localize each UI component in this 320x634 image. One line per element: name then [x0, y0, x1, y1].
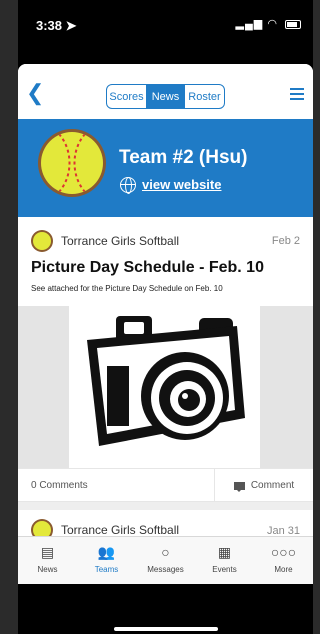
- softball-icon: [41, 132, 103, 194]
- globe-icon: [120, 176, 136, 194]
- chevron-left-icon[interactable]: ❮: [26, 82, 44, 104]
- tab-messages[interactable]: ○ Messages: [136, 537, 195, 584]
- news-icon: ▤: [40, 543, 55, 560]
- tab-label: Messages: [147, 565, 184, 574]
- tab-news-bottom[interactable]: ▤ News: [18, 537, 77, 584]
- comment-button[interactable]: Comment: [214, 469, 313, 502]
- team-banner: Team #2 (Hsu) view website: [18, 119, 313, 217]
- tab-roster[interactable]: Roster: [185, 85, 224, 108]
- teams-icon: 👥: [97, 543, 116, 560]
- top-navigation-bar: ❮ Scores News Roster: [18, 64, 313, 119]
- team-logo: [38, 129, 106, 197]
- camera-illustration: [69, 306, 260, 468]
- tab-news[interactable]: News: [146, 85, 185, 108]
- tab-label: Events: [212, 565, 237, 574]
- team-name: Team #2 (Hsu): [119, 147, 248, 168]
- post-separator: [18, 502, 313, 510]
- post-author: Torrance Girls Softball: [61, 523, 180, 537]
- hamburger-menu-icon[interactable]: [290, 88, 304, 103]
- bottom-tab-bar: ▤ News 👥 Teams ○ Messages ▦ Events ○○○ More: [18, 536, 313, 584]
- post-description: See attached for the Picture Day Schedul…: [31, 284, 223, 293]
- status-time: 3:38 ➤: [36, 18, 77, 33]
- post-date: Feb 2: [271, 235, 300, 247]
- author-avatar: [31, 230, 53, 252]
- tab-teams[interactable]: 👥 Teams: [77, 537, 136, 584]
- status-bar: 3:38 ➤ ▂▄▆ ◠: [18, 0, 313, 50]
- location-arrow-icon: ➤: [65, 18, 77, 33]
- post-title[interactable]: Picture Day Schedule - Feb. 10: [31, 259, 264, 277]
- wifi-icon: ◠: [267, 18, 278, 30]
- comment-button-label: Comment: [250, 480, 295, 491]
- signal-icon: ▂▄▆: [235, 18, 264, 30]
- view-website-label: view website: [142, 177, 222, 193]
- tab-label: Teams: [94, 565, 119, 574]
- post-actions: 0 Comments Comment: [18, 468, 313, 502]
- tab-scores[interactable]: Scores: [107, 85, 146, 108]
- phone-screen: 3:38 ➤ ▂▄▆ ◠ ❮ Scores News Roster Team #…: [18, 0, 313, 634]
- home-indicator: [114, 627, 218, 631]
- tab-more[interactable]: ○○○ More: [254, 537, 313, 584]
- post-author: Torrance Girls Softball: [61, 234, 180, 248]
- view-website-link[interactable]: view website: [120, 176, 222, 194]
- messages-icon: ○: [161, 544, 170, 560]
- app-content: ❮ Scores News Roster Team #2 (Hsu) view …: [18, 64, 313, 584]
- battery-icon: [285, 19, 301, 29]
- tab-events[interactable]: ▦ Events: [195, 537, 254, 584]
- more-dots-icon: ○○○: [270, 544, 297, 560]
- post-image[interactable]: [18, 306, 313, 468]
- tab-label: News: [37, 565, 58, 574]
- status-icons: ▂▄▆ ◠: [236, 17, 301, 30]
- tab-label: More: [274, 565, 293, 574]
- calendar-icon: ▦: [217, 543, 232, 560]
- comment-icon: [233, 481, 245, 492]
- post-header: Torrance Girls Softball Feb 2 Picture Da…: [18, 217, 313, 295]
- comments-count[interactable]: 0 Comments: [31, 480, 88, 491]
- segmented-control: Scores News Roster: [106, 84, 225, 109]
